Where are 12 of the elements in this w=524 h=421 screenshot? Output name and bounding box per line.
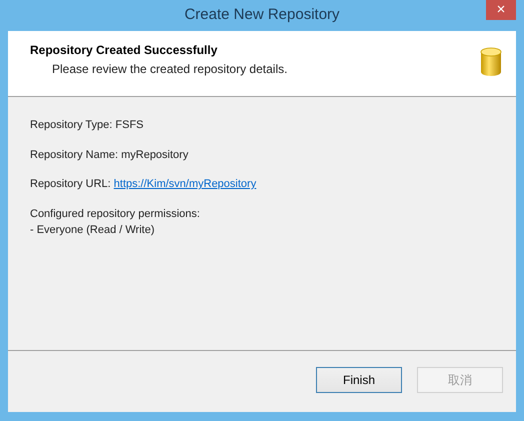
window-title: Create New Repository [184, 5, 340, 26]
close-button[interactable]: × [486, 0, 516, 20]
detail-line: Repository Type: FSFS [30, 118, 145, 133]
permissions-title: Configured repository permissions: [30, 206, 201, 222]
url-link[interactable]: https://Kim/svn/myRepository [114, 178, 256, 190]
header-title: Repository Created Successfully [30, 42, 218, 59]
detail-line: Repository URL: https://Kim/svn/myRepository [30, 177, 258, 192]
header-subtitle: Please review the created repository details. [51, 61, 288, 78]
permission-entry: - Everyone (Read / Write) [30, 223, 156, 238]
detail-line: Repository Name: myRepository [30, 148, 190, 162]
dialog-button[interactable]: Finish [316, 367, 402, 393]
database-icon [480, 47, 502, 77]
